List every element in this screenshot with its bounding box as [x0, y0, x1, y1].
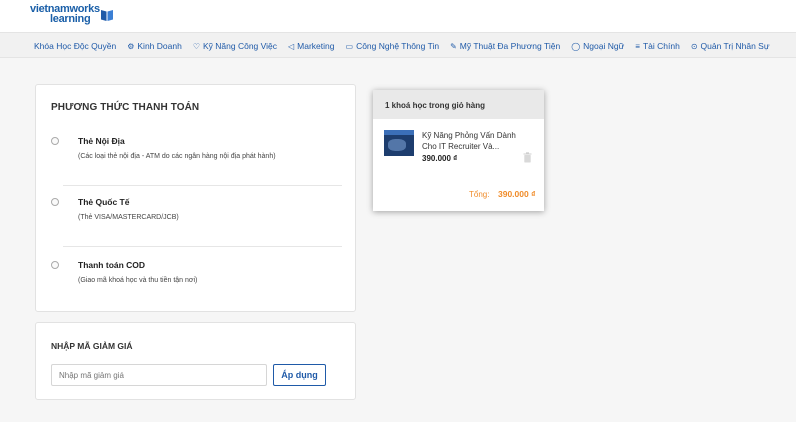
people-icon: ⊙	[690, 41, 698, 51]
nav-item-label: Tài Chính	[642, 41, 680, 51]
option-label: Thanh toán COD	[78, 260, 146, 270]
nav-item-finance[interactable]: ≡ Tài Chính	[635, 41, 680, 51]
nav-item-label: Mỹ Thuật Đa Phương Tiện	[459, 41, 561, 51]
option-description: (Thẻ VISA/MASTERCARD/JCB)	[78, 214, 179, 221]
book-icon	[101, 10, 113, 21]
nav-item-marketing[interactable]: ◁ Marketing	[288, 41, 334, 51]
cart-summary: 1 khoá học trong giỏ hàng Kỹ Năng Phỏng …	[373, 90, 544, 211]
coupon-card: NHẬP MÃ GIẢM GIÁ Áp dụng	[35, 322, 356, 400]
nav-item-label: Quản Trị Nhân Sự	[700, 41, 770, 51]
chat-icon: ◯	[571, 41, 581, 51]
nav-item-label: Ngoại Ngữ	[583, 41, 625, 51]
nav-item-hr-management[interactable]: ⊙ Quản Trị Nhân Sự	[691, 41, 770, 51]
nav-item-it[interactable]: ▭ Công Nghệ Thông Tin	[346, 41, 440, 51]
payment-method-card: PHƯƠNG THỨC THANH TOÁN Thẻ Nội Địa (Các …	[35, 84, 356, 312]
divider	[63, 246, 342, 247]
nav-item-languages[interactable]: ◯ Ngoại Ngữ	[571, 41, 624, 51]
nav-item-business[interactable]: ⚙ Kinh Doanh	[127, 41, 182, 51]
nav-item-work-skills[interactable]: ♡ Kỹ Năng Công Việc	[193, 41, 277, 51]
monitor-icon: ▭	[345, 41, 354, 51]
apply-coupon-button[interactable]: Áp dụng	[273, 364, 326, 386]
logo-text-bottom: learning	[50, 13, 91, 25]
nav-item-label: Kỹ Năng Công Việc	[202, 41, 278, 51]
pencil-icon: ✎	[450, 41, 457, 51]
trash-icon[interactable]	[523, 152, 532, 163]
divider	[63, 185, 342, 186]
coupon-title: NHẬP MÃ GIẢM GIÁ	[51, 341, 133, 351]
option-description: (Giao mã khoá học và thu tiền tận nơi)	[78, 277, 198, 284]
nav-item-label: Khóa Học Độc Quyền	[34, 41, 117, 51]
gear-icon: ⚙	[127, 41, 135, 51]
course-title[interactable]: Kỹ Năng Phỏng Vấn Dành Cho IT Recruiter …	[422, 130, 522, 152]
vietnamworks-learning-logo[interactable]: vietnamworks learning	[30, 4, 120, 26]
header: vietnamworks learning	[0, 0, 796, 32]
option-description: (Các loại thẻ nội địa - ATM do các ngân …	[78, 153, 276, 160]
coupon-input[interactable]	[51, 364, 267, 386]
option-label: Thẻ Quốc Tế	[78, 197, 130, 207]
heart-icon: ♡	[192, 41, 200, 51]
payment-method-title: PHƯƠNG THỨC THANH TOÁN	[51, 102, 200, 113]
total-label: Tổng:	[469, 190, 490, 199]
cod-radio[interactable]	[51, 261, 59, 269]
nav-item-label: Marketing	[297, 41, 335, 51]
category-nav: Khóa Học Độc Quyền ⚙ Kinh Doanh ♡ Kỹ Năn…	[0, 32, 796, 58]
nav-item-label: Công Nghệ Thông Tin	[356, 41, 440, 51]
international-card-radio[interactable]	[51, 198, 59, 206]
total-value: 390.000 ₫	[498, 189, 536, 199]
nav-item-exclusive-courses[interactable]: Khóa Học Độc Quyền	[34, 41, 116, 51]
nav-item-multimedia-art[interactable]: ✎ Mỹ Thuật Đa Phương Tiện	[450, 41, 560, 51]
domestic-card-radio[interactable]	[51, 137, 59, 145]
nav-item-label: Kinh Doanh	[137, 41, 182, 51]
option-label: Thẻ Nội Địa	[78, 136, 125, 146]
cart-header: 1 khoá học trong giỏ hàng	[373, 90, 544, 119]
course-thumbnail[interactable]	[384, 130, 414, 156]
cart-count-text: 1 khoá học trong giỏ hàng	[385, 101, 485, 110]
megaphone-icon: ◁	[288, 41, 295, 51]
list-icon: ≡	[635, 41, 640, 51]
course-price: 390.000 ₫	[422, 154, 458, 163]
